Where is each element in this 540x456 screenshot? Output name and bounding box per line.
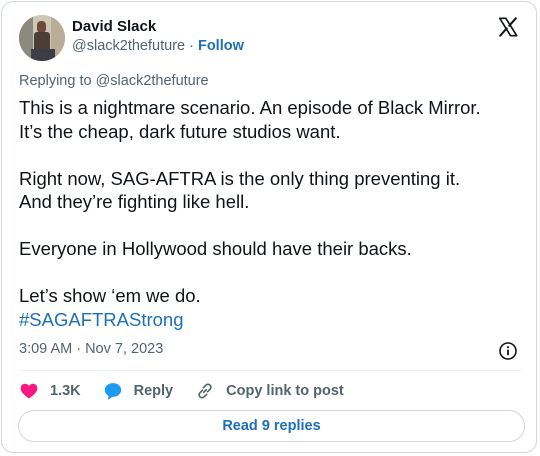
action-bar: 1.3K Reply Copy link to post <box>19 380 366 402</box>
link-icon <box>198 383 212 399</box>
follow-button[interactable]: Follow <box>198 38 244 54</box>
copy-link-label: Copy link to post <box>226 383 344 399</box>
tweet-line: Right now, SAG-AFTRA is the only thing p… <box>19 167 461 189</box>
tweet-timestamp[interactable]: 3:09 AM · Nov 7, 2023 <box>19 341 163 357</box>
heart-icon <box>20 383 38 399</box>
author-handle[interactable]: @slack2thefuture <box>72 38 185 54</box>
tweet-line: And they’re fighting like hell. <box>19 191 250 212</box>
avatar[interactable] <box>19 15 65 61</box>
separator-dot: · <box>189 38 194 54</box>
replying-to[interactable]: Replying to @slack2thefuture <box>19 73 209 89</box>
like-button[interactable]: 1.3K <box>19 381 81 401</box>
like-count: 1.3K <box>50 383 81 399</box>
tweet-line: This is a nightmare scenario. An episode… <box>19 97 481 118</box>
hashtag-link[interactable]: #SAGAFTRAStrong <box>19 309 184 330</box>
tweet-embed-card: David Slack @slack2thefuture · Follow Re… <box>1 1 537 453</box>
author-name[interactable]: David Slack <box>72 18 156 35</box>
reply-button[interactable]: Reply <box>103 381 174 401</box>
info-icon[interactable] <box>498 341 518 361</box>
x-logo-icon[interactable] <box>497 16 519 38</box>
reply-label: Reply <box>133 383 174 399</box>
author-handle-row: @slack2thefuture · Follow <box>72 38 244 54</box>
tweet-text: This is a nightmare scenario. An episode… <box>19 96 524 331</box>
reply-bubble-icon <box>104 383 121 400</box>
avatar-photo <box>19 15 65 61</box>
divider <box>19 370 522 371</box>
tweet-line: Let’s show ‘em we do. <box>19 285 201 306</box>
copy-link-button[interactable]: Copy link to post <box>195 381 344 401</box>
tweet-line: It’s the cheap, dark future studios want… <box>19 120 341 142</box>
read-replies-button[interactable]: Read 9 replies <box>18 410 525 442</box>
tweet-line: Everyone in Hollywood should have their … <box>19 238 412 259</box>
